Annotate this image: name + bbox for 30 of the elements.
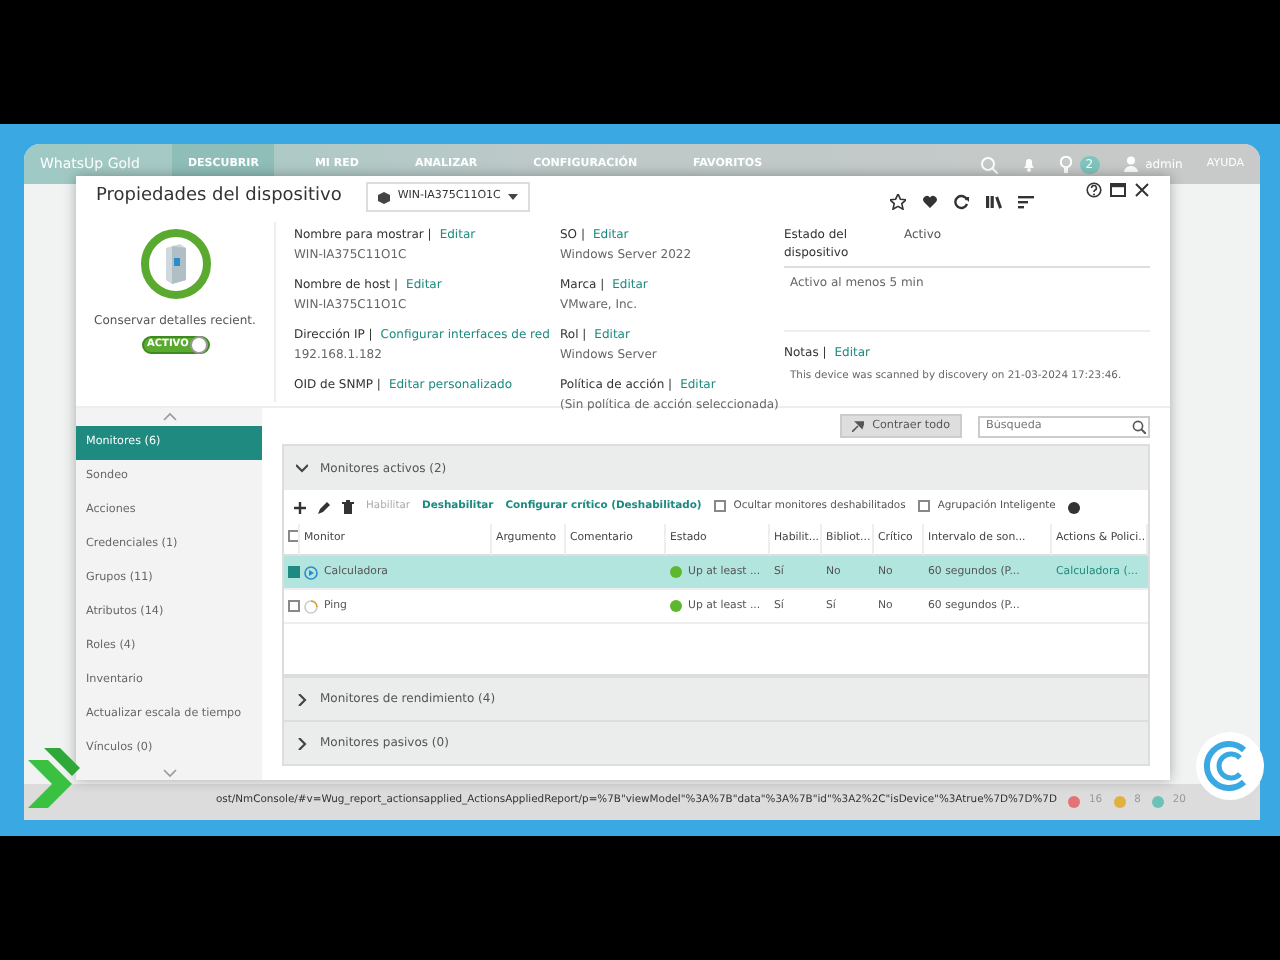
list-icon[interactable] (1018, 193, 1034, 209)
maximize-icon[interactable] (1110, 182, 1126, 198)
chevron-right-icon[interactable] (296, 693, 308, 706)
checkbox[interactable] (917, 500, 930, 513)
books-icon[interactable] (986, 193, 1002, 209)
server-icon (139, 228, 211, 300)
status-icon (1068, 795, 1081, 808)
search-icon (1132, 419, 1146, 433)
cube-icon (377, 191, 390, 203)
logo-icon (1196, 732, 1264, 800)
checkbox[interactable] (288, 566, 300, 579)
play-icon (304, 565, 318, 580)
add-icon[interactable] (294, 501, 306, 513)
delete-icon[interactable] (342, 500, 354, 514)
close-icon[interactable] (1134, 182, 1150, 198)
spinner-icon (304, 599, 318, 614)
chevron-right-icon[interactable] (296, 737, 308, 750)
checkbox[interactable] (288, 600, 300, 613)
refresh-icon[interactable] (954, 193, 970, 209)
edit-icon[interactable] (318, 501, 330, 513)
checkbox[interactable] (713, 500, 726, 513)
help-icon[interactable] (1086, 182, 1102, 198)
caret-icon (508, 193, 519, 201)
checkbox[interactable] (288, 530, 298, 542)
status-icon (1152, 795, 1165, 808)
heart-icon[interactable] (922, 193, 938, 209)
star-icon[interactable] (890, 193, 906, 209)
user-icon (1123, 156, 1138, 172)
dialog-title: Propiedades del dispositivo (96, 183, 342, 210)
status-icon (1114, 795, 1127, 808)
